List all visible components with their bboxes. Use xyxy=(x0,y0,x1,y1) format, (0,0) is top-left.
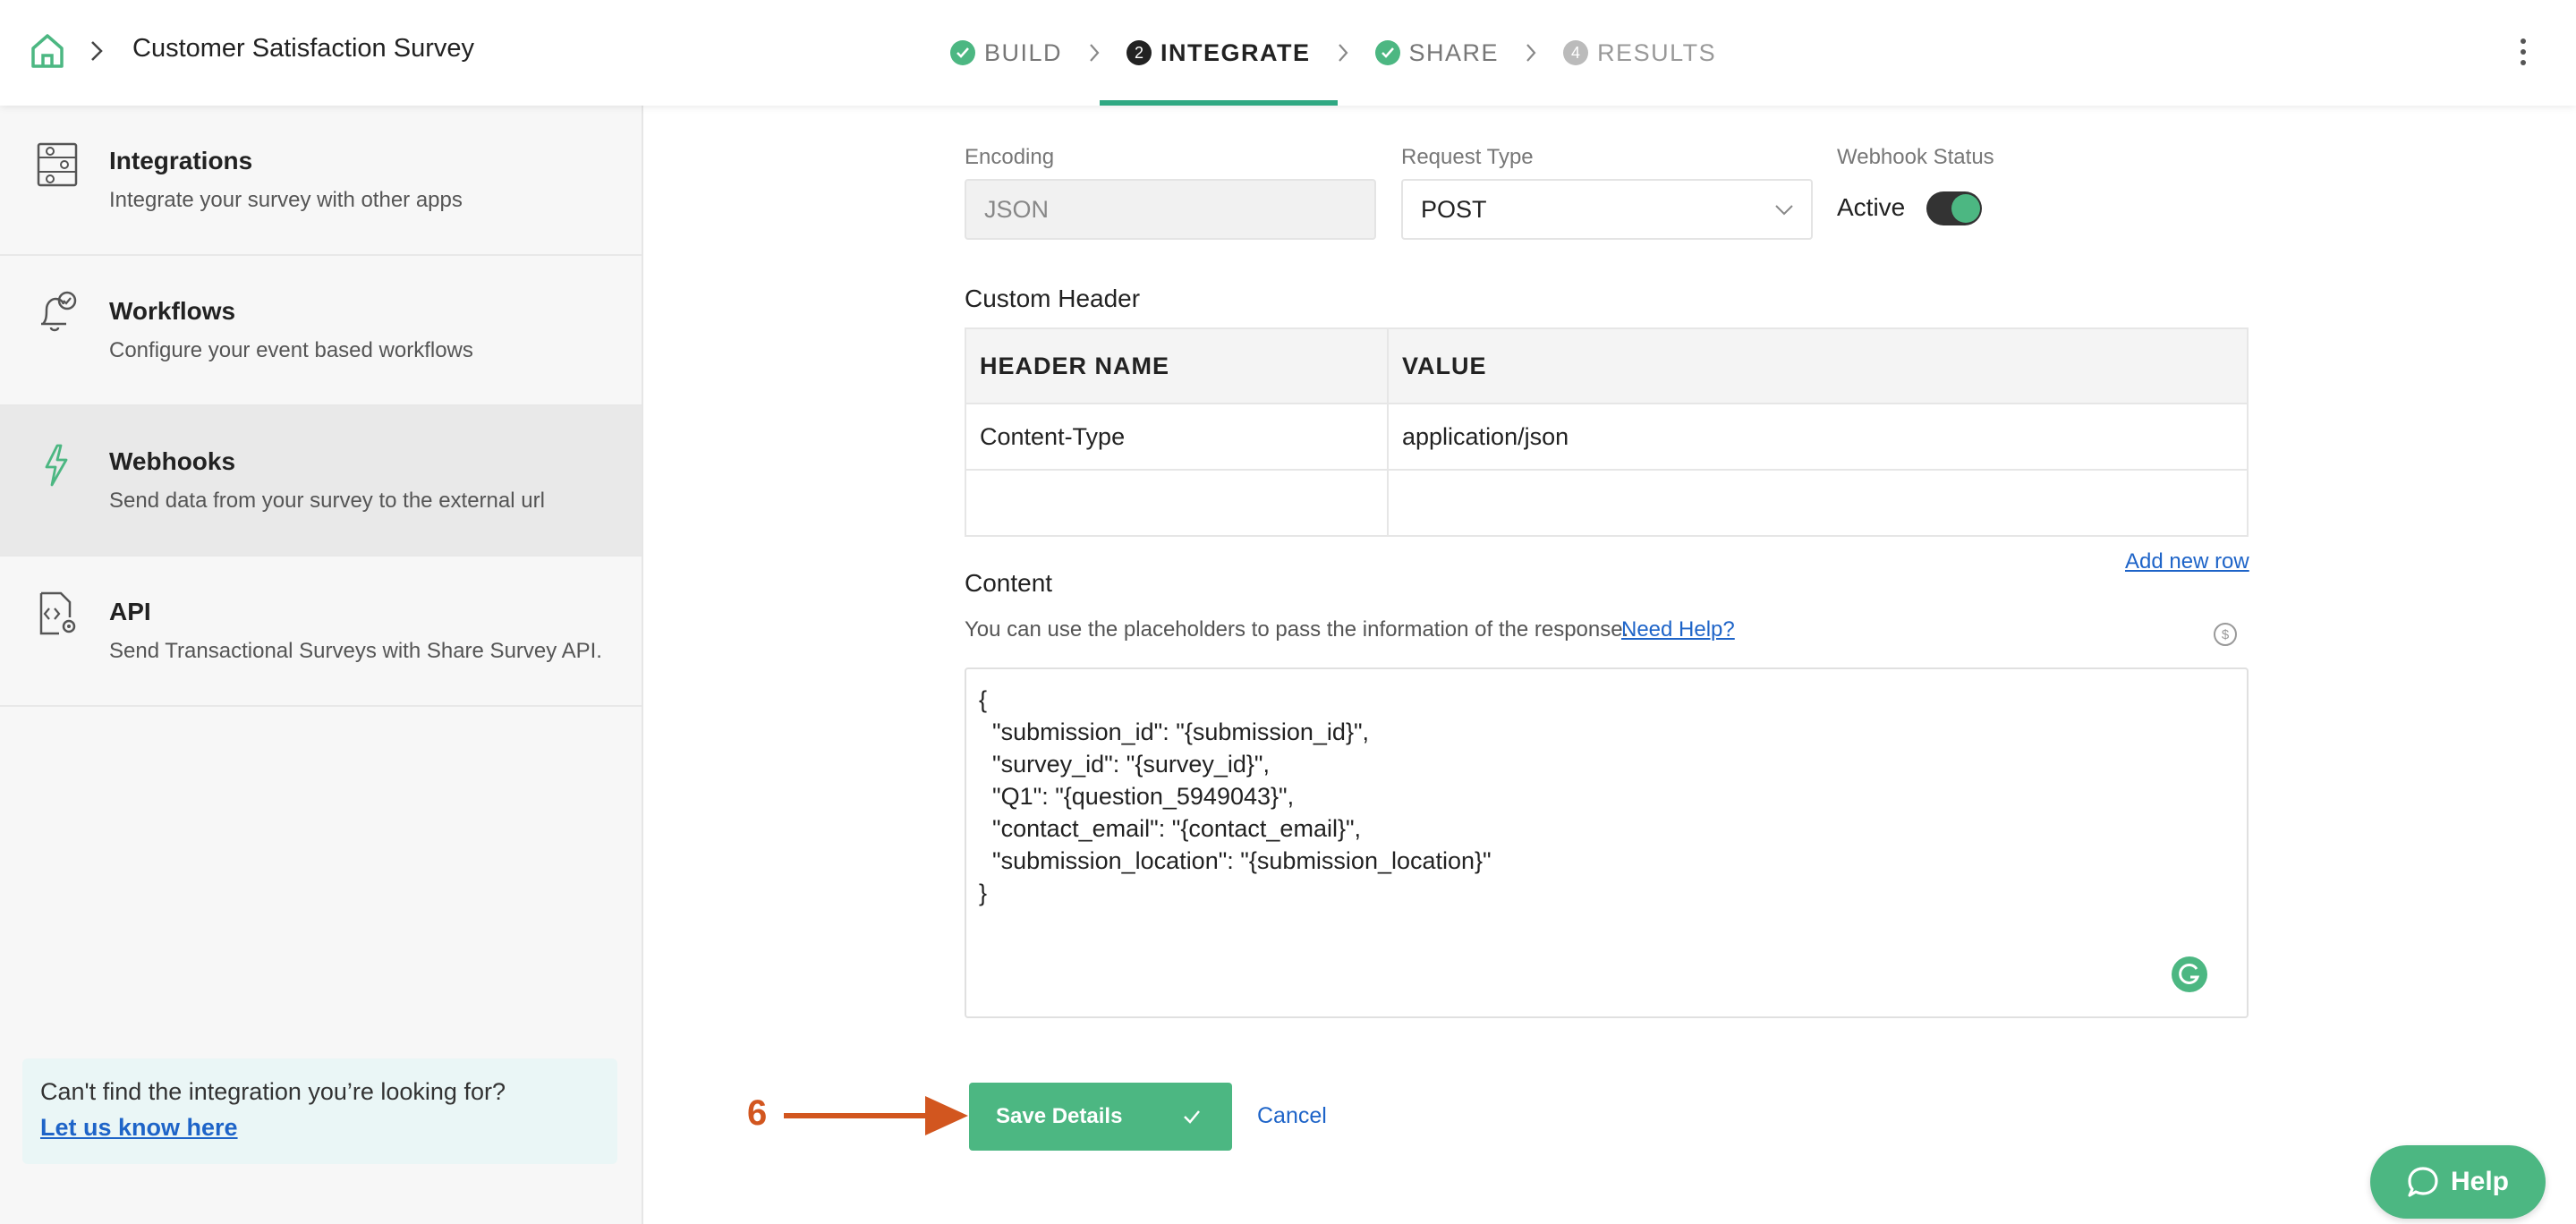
check-icon xyxy=(1184,1110,1200,1124)
step-label-share: SHARE xyxy=(1408,38,1500,66)
sidebar-item-api[interactable]: API Send Transactional Surveys with Shar… xyxy=(0,557,642,707)
cancel-button[interactable]: Cancel xyxy=(1257,1103,1327,1129)
step-number-badge: 4 xyxy=(1563,40,1589,65)
help-button-label: Help xyxy=(2451,1167,2510,1196)
sidebar-item-title: Workflows xyxy=(109,297,236,325)
column-header: HEADER NAME xyxy=(965,327,1389,404)
lightning-icon xyxy=(45,444,68,487)
bell-check-icon xyxy=(41,291,77,332)
tab-build[interactable]: BUILD xyxy=(950,0,1062,106)
table-header-row: HEADER NAME VALUE xyxy=(965,327,2249,404)
sidebar-item-webhooks[interactable]: Webhooks Send data from your survey to t… xyxy=(0,406,642,557)
survey-title: Customer Satisfaction Survey xyxy=(132,34,474,63)
sidebar-item-title: API xyxy=(109,598,151,625)
header-name-cell[interactable]: Content-Type xyxy=(965,403,1389,471)
request-type-select[interactable]: POST xyxy=(1401,179,1813,240)
missing-integration-text: Can't find the integration you’re lookin… xyxy=(40,1078,506,1105)
help-button[interactable]: Help xyxy=(2370,1145,2546,1219)
chevron-down-icon xyxy=(1775,205,1793,216)
save-details-button[interactable]: Save Details xyxy=(969,1083,1232,1151)
content-description: You can use the placeholders to pass the… xyxy=(965,617,1629,642)
webhook-status-toggle[interactable] xyxy=(1926,191,1982,225)
sliders-icon xyxy=(37,142,78,187)
add-new-row-link[interactable]: Add new row xyxy=(2125,549,2249,574)
sidebar: Integrations Integrate your survey with … xyxy=(0,106,643,1224)
header-value-cell[interactable]: application/json xyxy=(1387,403,2249,471)
tab-results[interactable]: 4 RESULTS xyxy=(1563,0,1716,106)
more-options-icon[interactable] xyxy=(2514,36,2532,68)
sidebar-item-title: Webhooks xyxy=(109,447,236,475)
svg-text:$: $ xyxy=(2222,627,2230,642)
encoding-label: Encoding xyxy=(965,145,1055,169)
header-value-cell[interactable] xyxy=(1387,469,2249,537)
webhook-status-value: Active xyxy=(1837,193,1906,221)
column-header: VALUE xyxy=(1387,327,2249,404)
sidebar-item-desc: Send data from your survey to the extern… xyxy=(109,489,545,513)
sidebar-item-desc: Send Transactional Surveys with Share Su… xyxy=(109,639,602,663)
request-type-label: Request Type xyxy=(1401,145,1534,169)
chevron-right-icon xyxy=(91,41,103,61)
sidebar-item-desc: Configure your event based workflows xyxy=(109,338,473,362)
save-button-label: Save Details xyxy=(996,1104,1123,1128)
table-row xyxy=(965,469,2249,537)
check-circle-icon xyxy=(950,40,975,65)
dollar-circle-icon[interactable]: $ xyxy=(2212,621,2239,648)
request-type-value: POST xyxy=(1421,196,1487,223)
annotation-step-number: 6 xyxy=(747,1093,768,1133)
chat-bubble-icon xyxy=(2408,1167,2438,1197)
step-label-results: RESULTS xyxy=(1597,38,1717,66)
check-circle-icon xyxy=(1374,40,1400,65)
tab-share[interactable]: SHARE xyxy=(1374,0,1500,106)
annotation-arrow-icon xyxy=(784,1096,968,1135)
content-body-textarea[interactable]: { "submission_id": "{submission_id}", "s… xyxy=(965,667,2249,1018)
step-number-badge: 2 xyxy=(1126,40,1152,65)
toggle-knob xyxy=(1951,194,1980,223)
grammarly-icon[interactable] xyxy=(2171,956,2208,993)
code-gear-icon xyxy=(39,591,76,635)
content-title: Content xyxy=(965,569,1053,597)
home-icon[interactable] xyxy=(29,32,66,70)
sidebar-item-integrations[interactable]: Integrations Integrate your survey with … xyxy=(0,106,642,256)
header-name-cell[interactable] xyxy=(965,469,1389,537)
need-help-link[interactable]: Need Help? xyxy=(1621,617,1735,642)
webhook-status-label: Webhook Status xyxy=(1837,145,1994,169)
chevron-right-icon xyxy=(1090,44,1100,62)
step-label-integrate: INTEGRATE xyxy=(1160,38,1311,66)
chevron-right-icon xyxy=(1526,44,1536,62)
missing-integration-box: Can't find the integration you’re lookin… xyxy=(22,1058,617,1164)
sidebar-item-desc: Integrate your survey with other apps xyxy=(109,188,463,212)
tab-integrate[interactable]: 2 INTEGRATE xyxy=(1100,0,1337,106)
table-row: Content-Type application/json xyxy=(965,403,2249,471)
chevron-right-icon xyxy=(1338,44,1348,62)
step-label-build: BUILD xyxy=(984,38,1063,66)
custom-header-table: HEADER NAME VALUE Content-Type applicati… xyxy=(965,327,2249,537)
top-bar: Customer Satisfaction Survey BUILD 2 INT… xyxy=(0,0,2576,106)
sidebar-item-workflows[interactable]: Workflows Configure your event based wor… xyxy=(0,256,642,406)
custom-header-title: Custom Header xyxy=(965,285,1141,312)
let-us-know-link[interactable]: Let us know here xyxy=(40,1114,238,1142)
sidebar-item-title: Integrations xyxy=(109,147,253,174)
step-nav: BUILD 2 INTEGRATE SHARE 4 RESULTS xyxy=(950,0,1716,106)
encoding-field: JSON xyxy=(965,179,1376,240)
